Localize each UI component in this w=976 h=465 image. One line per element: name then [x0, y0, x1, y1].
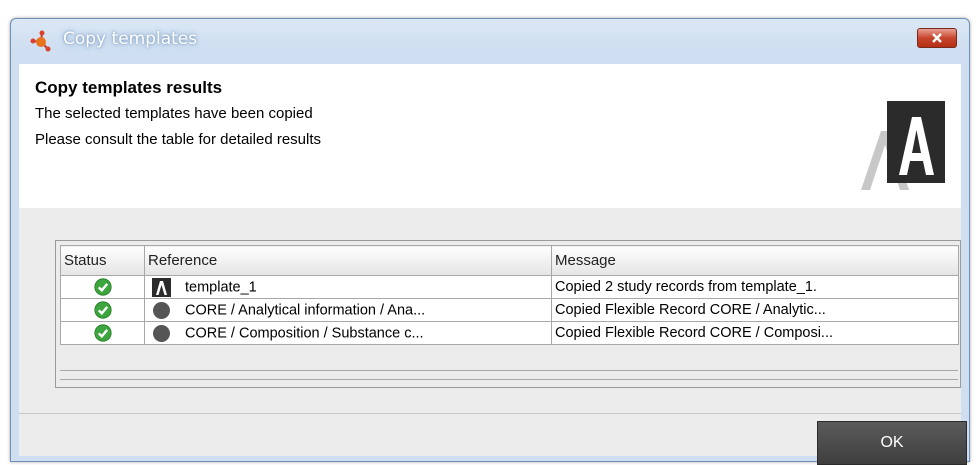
reference-cell: template_1: [144, 275, 552, 299]
title-bar[interactable]: Copy templates: [11, 19, 969, 59]
table-row[interactable]: CORE / Composition / Substance c... Copi…: [60, 321, 959, 345]
close-button[interactable]: [917, 28, 957, 48]
column-header-message[interactable]: Message: [551, 245, 959, 276]
results-hint: Please consult the table for detailed re…: [35, 131, 322, 148]
success-check-icon: [93, 278, 112, 296]
reference-text: CORE / Composition / Substance c...: [185, 325, 424, 341]
table-row[interactable]: template_1 Copied 2 study records from t…: [60, 275, 959, 299]
molecule-icon: [30, 30, 51, 52]
close-icon: [932, 33, 942, 43]
results-header: Copy templates results The selected temp…: [19, 64, 961, 208]
results-title: Copy templates results: [35, 78, 223, 97]
results-table: Status Reference Message template_1 Copi…: [55, 240, 961, 388]
status-cell: [60, 298, 145, 322]
reference-cell: CORE / Analytical information / Ana...: [144, 298, 552, 322]
dialog-content: Copy templates results The selected temp…: [19, 64, 967, 465]
dialog-window: Copy templates Copy templates results Th…: [10, 18, 970, 465]
table-empty-row: [60, 370, 958, 380]
record-circle-icon: [153, 301, 170, 319]
brand-logo-icon: [861, 101, 945, 190]
message-cell: Copied Flexible Record CORE / Analytic..…: [551, 298, 959, 322]
column-header-status[interactable]: Status: [60, 245, 145, 276]
record-circle-icon: [153, 324, 170, 342]
column-header-reference[interactable]: Reference: [144, 245, 552, 276]
status-cell: [60, 321, 145, 345]
reference-cell: CORE / Composition / Substance c...: [144, 321, 552, 345]
message-cell: Copied 2 study records from template_1.: [551, 275, 959, 299]
message-cell: Copied Flexible Record CORE / Composi...: [551, 321, 959, 345]
ok-button[interactable]: OK: [817, 421, 967, 465]
results-message: The selected templates have been copied: [35, 105, 313, 122]
success-check-icon: [93, 324, 112, 342]
window-title: Copy templates: [63, 29, 198, 49]
reference-text: CORE / Analytical information / Ana...: [185, 302, 426, 318]
template-icon: [152, 277, 171, 297]
success-check-icon: [93, 301, 112, 319]
reference-text: template_1: [185, 279, 257, 295]
footer-separator: [19, 413, 961, 414]
table-row[interactable]: CORE / Analytical information / Ana... C…: [60, 298, 959, 322]
status-cell: [60, 275, 145, 299]
table-header-row: Status Reference Message: [60, 245, 959, 276]
